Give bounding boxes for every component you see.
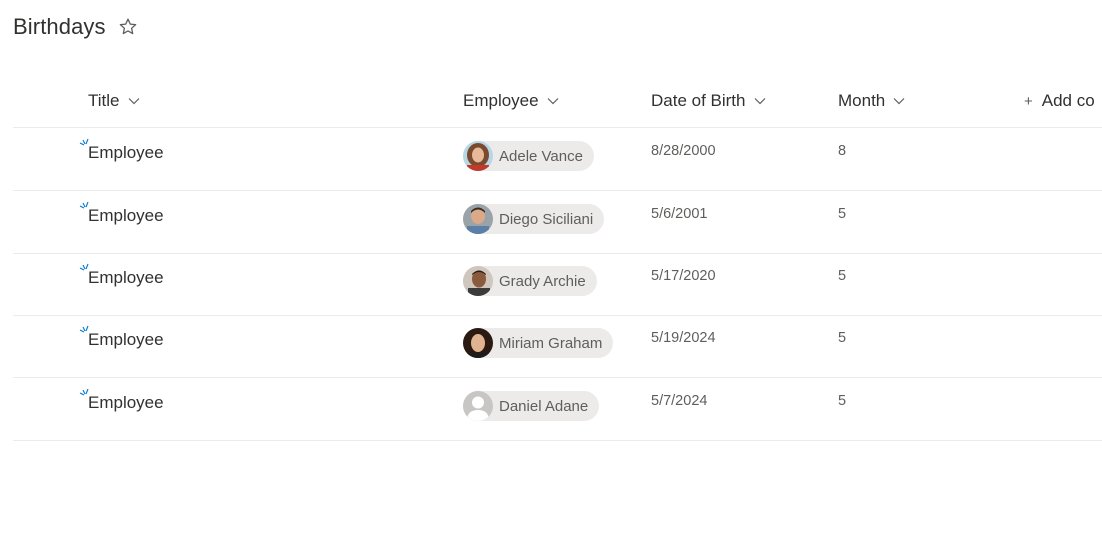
table-row[interactable]: Employee Adele Vance 8/28/2000 8 <box>13 128 1102 191</box>
persona-name: Daniel Adane <box>499 397 589 415</box>
chevron-down-icon <box>893 97 905 105</box>
column-header-employee[interactable]: Employee <box>463 89 559 113</box>
list-title: Birthdays <box>13 14 106 39</box>
avatar <box>463 266 493 296</box>
table-row[interactable]: Employee Grady Archie 5/17/2020 5 <box>13 253 1102 316</box>
persona-name: Grady Archie <box>499 272 586 290</box>
persona-chip[interactable]: Diego Siciliani <box>463 204 605 234</box>
date-of-birth-cell: 5/6/2001 <box>651 206 708 222</box>
column-header-label: Month <box>838 91 886 110</box>
persona-name: Diego Siciliani <box>499 210 594 228</box>
star-icon[interactable] <box>118 17 138 37</box>
title-cell[interactable]: Employee <box>88 143 164 163</box>
title-cell[interactable]: Employee <box>88 393 164 413</box>
date-of-birth-cell: 5/7/2024 <box>651 393 708 409</box>
month-cell: 5 <box>838 206 847 222</box>
column-header-date-of-birth[interactable]: Date of Birth <box>651 89 766 113</box>
table-row[interactable]: Employee Miriam Graham 5/19/2024 5 <box>13 315 1102 378</box>
avatar <box>463 204 493 234</box>
date-of-birth-cell: 5/17/2020 <box>651 268 716 284</box>
add-column-button[interactable]: + Add co <box>1024 89 1095 113</box>
column-header-label: Title <box>88 91 120 110</box>
persona-name: Adele Vance <box>499 147 583 165</box>
title-cell[interactable]: Employee <box>88 206 164 226</box>
persona-chip[interactable]: Miriam Graham <box>463 328 614 358</box>
chevron-down-icon <box>754 97 766 105</box>
table-row[interactable]: Employee Diego Siciliani 5/6/2001 5 <box>13 191 1102 254</box>
title-cell[interactable]: Employee <box>88 268 164 288</box>
avatar <box>463 141 493 171</box>
table-row[interactable]: Employee Daniel Adane 5/7/2024 5 <box>13 378 1102 441</box>
date-of-birth-cell: 8/28/2000 <box>651 143 716 159</box>
avatar <box>463 391 493 421</box>
persona-name: Miriam Graham <box>499 334 603 352</box>
add-column-label: Add co <box>1041 91 1095 110</box>
persona-chip[interactable]: Grady Archie <box>463 266 597 296</box>
list-header: Birthdays <box>13 14 138 40</box>
column-header-label: Date of Birth <box>651 91 746 110</box>
plus-icon: + <box>1024 92 1033 110</box>
month-cell: 5 <box>838 330 847 346</box>
column-header-title[interactable]: Title <box>88 89 140 113</box>
month-cell: 5 <box>838 393 847 409</box>
column-header-month[interactable]: Month <box>838 89 905 113</box>
date-of-birth-cell: 5/19/2024 <box>651 330 716 346</box>
persona-chip[interactable]: Daniel Adane <box>463 391 600 421</box>
title-cell[interactable]: Employee <box>88 330 164 350</box>
chevron-down-icon <box>547 97 559 105</box>
column-header-label: Employee <box>463 91 539 110</box>
persona-chip[interactable]: Adele Vance <box>463 141 594 171</box>
avatar <box>463 328 493 358</box>
month-cell: 5 <box>838 268 847 284</box>
chevron-down-icon <box>128 97 140 105</box>
month-cell: 8 <box>838 143 847 159</box>
list-page: Birthdays Title Employee Date of Birth M… <box>0 0 1102 556</box>
